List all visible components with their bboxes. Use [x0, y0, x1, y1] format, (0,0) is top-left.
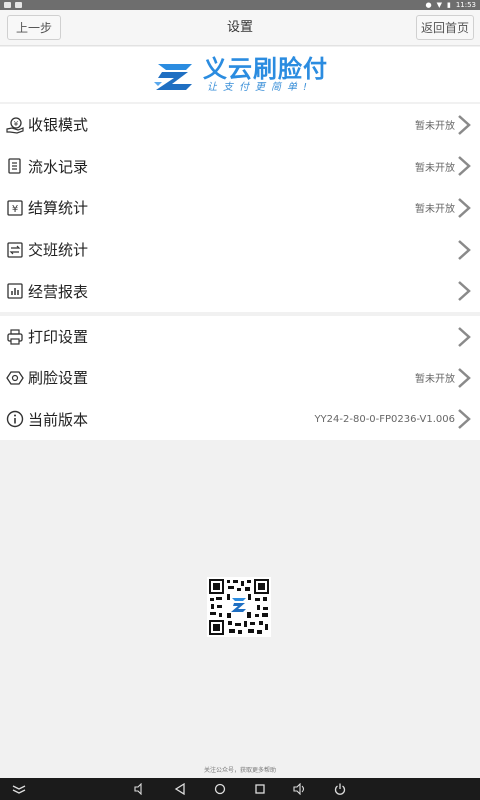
notification-icon [15, 2, 22, 8]
menu-item-label: 结算统计 [28, 199, 89, 218]
hexagon-settings-icon [6, 369, 24, 387]
chevron-right-icon [458, 281, 471, 302]
status-bar: ● ▼ ▮ 11:53 [0, 0, 480, 10]
location-icon: ● [425, 1, 432, 9]
svg-text:¥: ¥ [12, 204, 18, 215]
menu-item-business-report[interactable]: 经营报表 [0, 270, 480, 312]
chevron-right-icon [458, 409, 471, 430]
page-title: 设置 [226, 20, 253, 35]
wifi-icon: ▼ [436, 1, 442, 9]
menu-item-label: 打印设置 [28, 328, 89, 347]
shift-exchange-icon [6, 241, 24, 259]
menu-item-transaction-records[interactable]: 流水记录 暂未开放 [0, 146, 480, 188]
brand-logo-icon [154, 63, 192, 90]
chevron-right-icon [458, 114, 471, 135]
collapse-icon[interactable] [12, 782, 26, 796]
chevron-right-icon [458, 198, 471, 218]
chevron-right-icon [458, 156, 471, 177]
footer-note: 关注公众号，获取更多帮助 [203, 767, 276, 774]
notification-icon [4, 2, 11, 8]
system-navigation-bar [0, 778, 480, 800]
svg-text:¥: ¥ [14, 120, 19, 128]
menu-group-device: 打印设置 刷脸设置 暂未开放 当前版本 YY24-2-80-0-FP0236-V… [0, 316, 480, 440]
cashier-icon: ¥ [6, 116, 24, 134]
menu-item-label: 流水记录 [28, 157, 89, 176]
back-nav-icon[interactable] [173, 782, 187, 796]
brand-name: 义云刷脸付 [203, 54, 328, 83]
menu-item-label: 经营报表 [28, 282, 89, 301]
info-icon [6, 410, 24, 428]
printer-icon [6, 328, 24, 346]
menu-item-settlement-stats[interactable]: ¥ 结算统计 暂未开放 [0, 187, 480, 229]
brand-slogan: 让支付更简单! [207, 81, 314, 93]
menu-item-label: 当前版本 [28, 410, 89, 429]
menu-group-business: ¥ 收银模式 暂未开放 流水记录 暂未开放 ¥ 结算统计 暂未开放 交班统计 经… [0, 104, 480, 312]
menu-item-current-version[interactable]: 当前版本 YY24-2-80-0-FP0236-V1.006 [0, 399, 480, 440]
bar-chart-icon [6, 282, 24, 300]
recent-apps-icon[interactable] [253, 782, 267, 796]
volume-up-icon[interactable] [293, 782, 307, 796]
settlement-icon: ¥ [6, 199, 24, 217]
chevron-right-icon [458, 239, 471, 260]
menu-item-label: 交班统计 [28, 241, 89, 260]
status-time: 11:53 [455, 1, 476, 9]
menu-item-status: 暂未开放 [415, 121, 455, 133]
menu-item-label: 刷脸设置 [28, 369, 89, 388]
qr-code [207, 577, 271, 637]
chevron-right-icon [458, 368, 471, 388]
back-button[interactable]: 上一步 [7, 15, 61, 40]
menu-item-status: 暂未开放 [415, 162, 455, 174]
top-bar: 设置 上一步 返回首页 [0, 10, 480, 46]
home-button[interactable]: 返回首页 [416, 15, 474, 40]
menu-item-cashier-mode[interactable]: ¥ 收银模式 暂未开放 [0, 104, 480, 146]
menu-item-label: 收银模式 [28, 116, 89, 135]
brand-banner: 义云刷脸付 让支付更简单! [0, 47, 480, 102]
document-icon [6, 157, 24, 175]
menu-item-face-settings[interactable]: 刷脸设置 暂未开放 [0, 357, 480, 398]
chevron-right-icon [458, 326, 471, 347]
home-nav-icon[interactable] [213, 782, 227, 796]
menu-item-status: 暂未开放 [415, 204, 455, 216]
menu-item-print-settings[interactable]: 打印设置 [0, 316, 480, 357]
power-icon[interactable] [333, 782, 347, 796]
battery-icon: ▮ [446, 1, 451, 9]
menu-item-shift-stats[interactable]: 交班统计 [0, 229, 480, 271]
menu-item-status: 暂未开放 [415, 374, 455, 386]
volume-down-icon[interactable] [133, 782, 147, 796]
version-value: YY24-2-80-0-FP0236-V1.006 [314, 413, 455, 425]
